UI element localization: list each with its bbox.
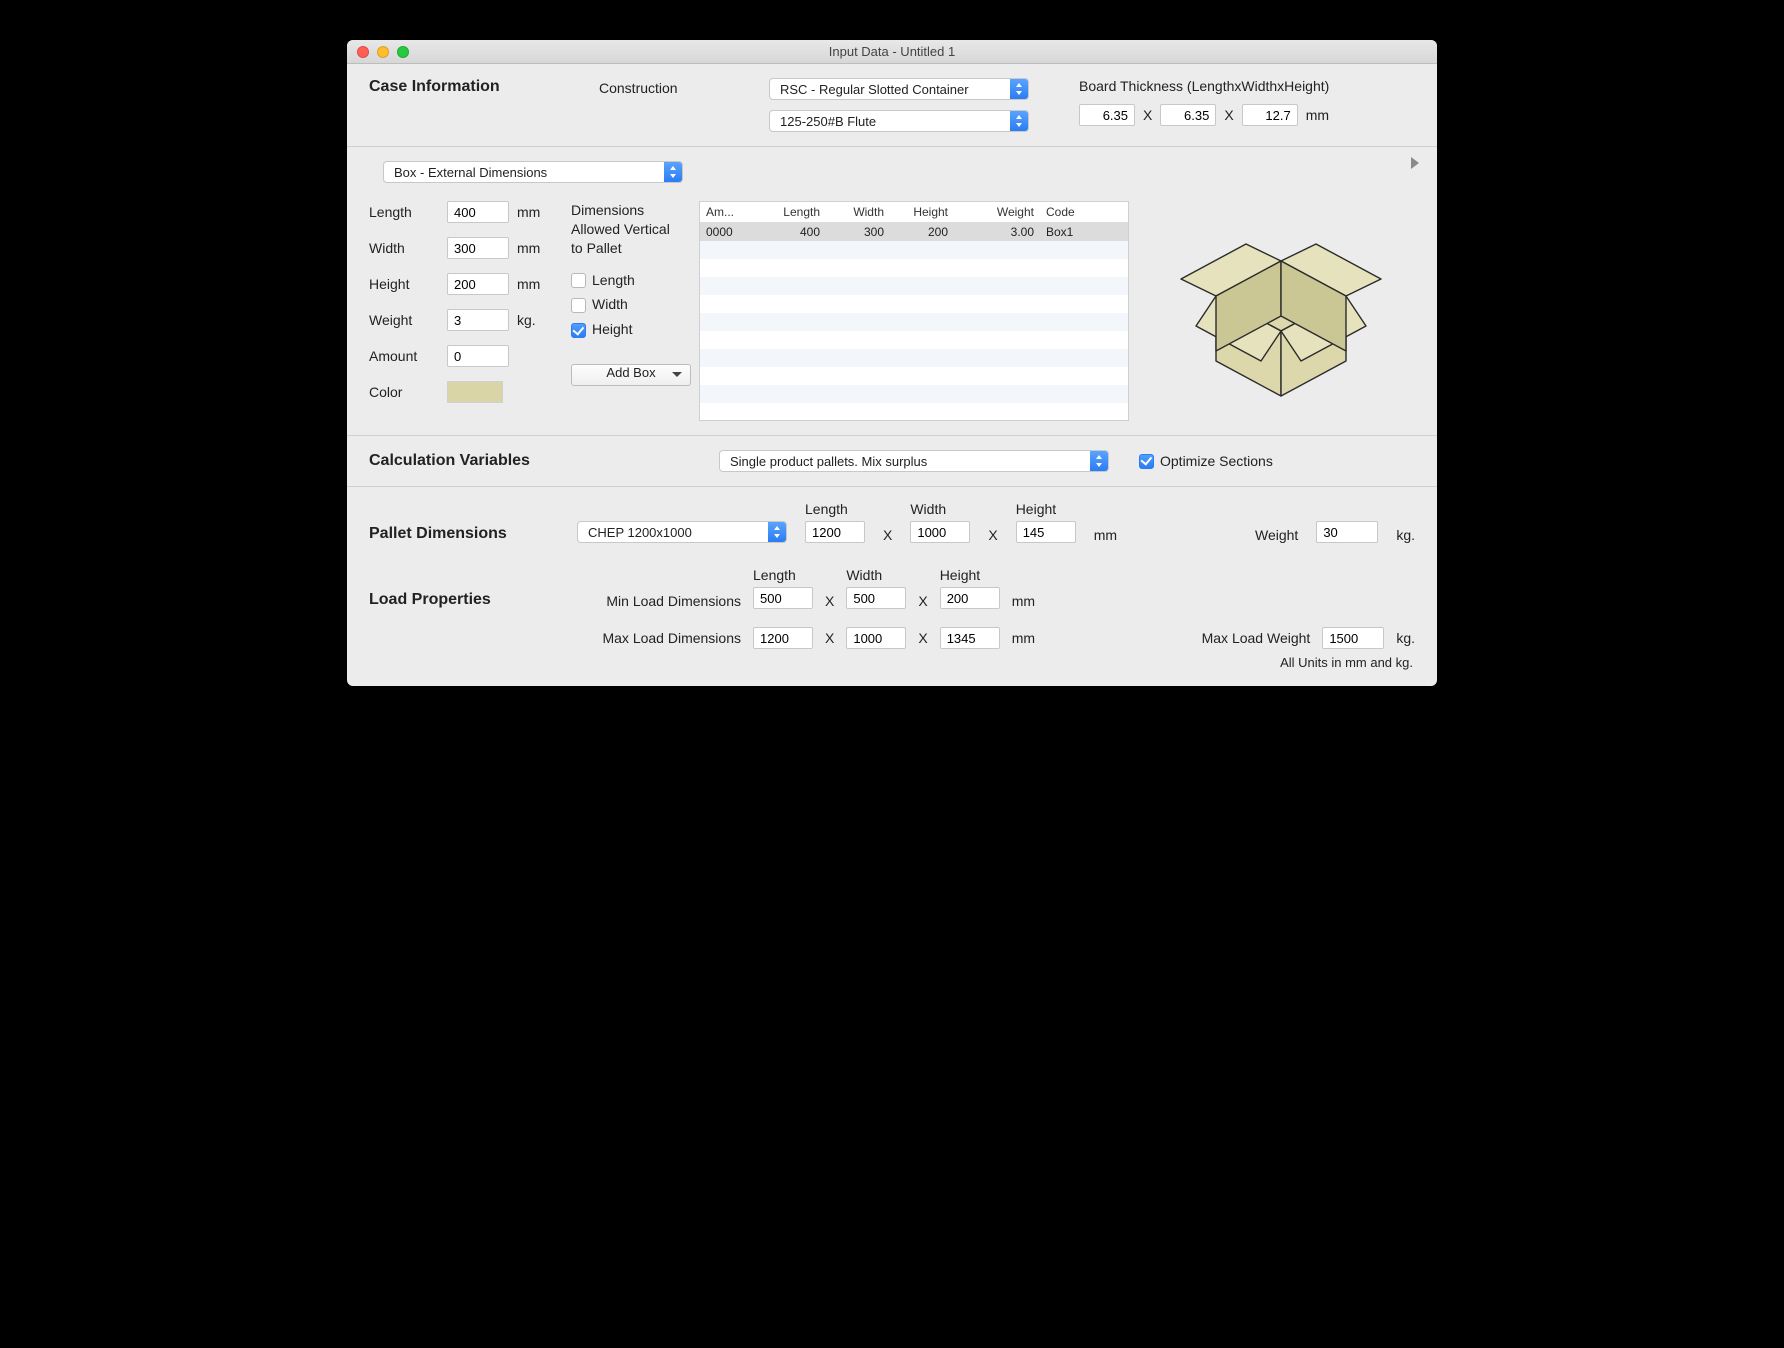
pallet-dimensions-heading: Pallet Dimensions (369, 525, 559, 543)
box-amount-input[interactable] (447, 345, 509, 367)
pallet-length-label: Length (805, 501, 865, 517)
max-load-length-input[interactable] (753, 627, 813, 649)
allow-height-label: Height (592, 321, 632, 337)
case-information-heading: Case Information (369, 78, 559, 96)
calc-variables-heading: Calculation Variables (369, 452, 689, 470)
pallet-width-input[interactable] (910, 521, 970, 543)
titlebar: Input Data - Untitled 1 (347, 40, 1437, 64)
x-label: X (988, 527, 997, 543)
min-load-label: Min Load Dimensions (571, 593, 741, 609)
pallet-height-label: Height (1016, 501, 1076, 517)
color-swatch[interactable] (447, 381, 503, 403)
flute-select-value: 125-250#B Flute (770, 114, 1010, 129)
height-label: Height (369, 276, 439, 292)
board-length-input[interactable] (1079, 104, 1135, 126)
load-height-label: Height (940, 567, 1000, 583)
construction-select-value: RSC - Regular Slotted Container (770, 82, 1010, 97)
calc-method-select[interactable]: Single product pallets. Mix surplus (719, 450, 1109, 472)
color-label: Color (369, 384, 439, 400)
allow-length-label: Length (592, 272, 635, 288)
board-width-input[interactable] (1160, 104, 1216, 126)
optimize-sections-checkbox[interactable]: Optimize Sections (1139, 453, 1273, 469)
table-empty-rows (700, 241, 1128, 421)
box-table-header: Am... Length Width Height Weight Code (700, 202, 1128, 223)
max-load-width-input[interactable] (846, 627, 906, 649)
unit-kg: kg. (517, 312, 553, 328)
box-mode-select[interactable]: Box - External Dimensions (383, 161, 683, 183)
unit-mm: mm (517, 240, 553, 256)
min-load-length-input[interactable] (753, 587, 813, 609)
chevron-updown-icon (768, 522, 786, 542)
optimize-sections-label: Optimize Sections (1160, 453, 1273, 469)
x-label: X (825, 593, 834, 609)
max-load-weight-input[interactable] (1322, 627, 1384, 649)
allow-length-checkbox[interactable]: Length (571, 272, 681, 289)
box-weight-input[interactable] (447, 309, 509, 331)
box-width-input[interactable] (447, 237, 509, 259)
board-height-input[interactable] (1242, 104, 1298, 126)
pallet-weight-label: Weight (1255, 527, 1298, 543)
box-illustration-icon (1176, 201, 1386, 411)
add-box-button[interactable]: Add Box (571, 364, 691, 386)
pallet-width-label: Width (910, 501, 970, 517)
unit-kg: kg. (1396, 527, 1415, 543)
weight-label: Weight (369, 312, 439, 328)
flute-select[interactable]: 125-250#B Flute (769, 110, 1029, 132)
box-mode-value: Box - External Dimensions (384, 165, 664, 180)
min-load-width-input[interactable] (846, 587, 906, 609)
allow-width-label: Width (592, 296, 628, 312)
pallet-weight-input[interactable] (1316, 521, 1378, 543)
max-load-label: Max Load Dimensions (571, 630, 741, 646)
load-length-label: Length (753, 567, 813, 583)
pallet-type-select[interactable]: CHEP 1200x1000 (577, 521, 787, 543)
x-label: X (918, 630, 927, 646)
load-width-label: Width (846, 567, 906, 583)
allow-height-checkbox[interactable]: Height (571, 321, 681, 338)
box-length-input[interactable] (447, 201, 509, 223)
unit-kg: kg. (1396, 630, 1415, 646)
add-box-label: Add Box (606, 365, 655, 380)
box-table[interactable]: Am... Length Width Height Weight Code 00… (699, 201, 1129, 421)
footer-units-note: All Units in mm and kg. (369, 649, 1415, 670)
unit-mm: mm (517, 204, 553, 220)
chevron-updown-icon (1090, 451, 1108, 471)
window-title: Input Data - Untitled 1 (347, 44, 1437, 59)
x-label: X (825, 630, 834, 646)
dims-allowed-label: Dimensions Allowed Vertical to Pallet (571, 201, 681, 258)
chevron-down-icon (672, 372, 682, 382)
board-thickness-label: Board Thickness (LengthxWidthxHeight) (1079, 78, 1415, 94)
unit-mm: mm (1012, 593, 1035, 609)
calc-method-value: Single product pallets. Mix surplus (720, 454, 1090, 469)
pallet-length-input[interactable] (805, 521, 865, 543)
box-height-input[interactable] (447, 273, 509, 295)
min-load-height-input[interactable] (940, 587, 1000, 609)
x-label: X (883, 527, 892, 543)
unit-mm: mm (1306, 107, 1329, 123)
max-load-height-input[interactable] (940, 627, 1000, 649)
app-window: Input Data - Untitled 1 Case Information… (347, 40, 1437, 686)
construction-label: Construction (599, 78, 729, 96)
pallet-height-input[interactable] (1016, 521, 1076, 543)
table-row[interactable]: 0000 400 300 200 3.00 Box1 (700, 223, 1128, 241)
load-properties-heading: Load Properties (369, 591, 559, 609)
chevron-updown-icon (664, 162, 682, 182)
chevron-updown-icon (1010, 79, 1028, 99)
unit-mm: mm (1012, 630, 1035, 646)
pallet-type-value: CHEP 1200x1000 (578, 525, 768, 540)
width-label: Width (369, 240, 439, 256)
unit-mm: mm (1094, 527, 1117, 543)
amount-label: Amount (369, 348, 439, 364)
disclosure-triangle-icon[interactable] (1411, 157, 1419, 169)
length-label: Length (369, 204, 439, 220)
max-load-weight-label: Max Load Weight (1202, 630, 1311, 646)
x-label: X (1143, 107, 1152, 123)
construction-select[interactable]: RSC - Regular Slotted Container (769, 78, 1029, 100)
x-label: X (1224, 107, 1233, 123)
allow-width-checkbox[interactable]: Width (571, 296, 681, 313)
unit-mm: mm (517, 276, 553, 292)
x-label: X (918, 593, 927, 609)
chevron-updown-icon (1010, 111, 1028, 131)
